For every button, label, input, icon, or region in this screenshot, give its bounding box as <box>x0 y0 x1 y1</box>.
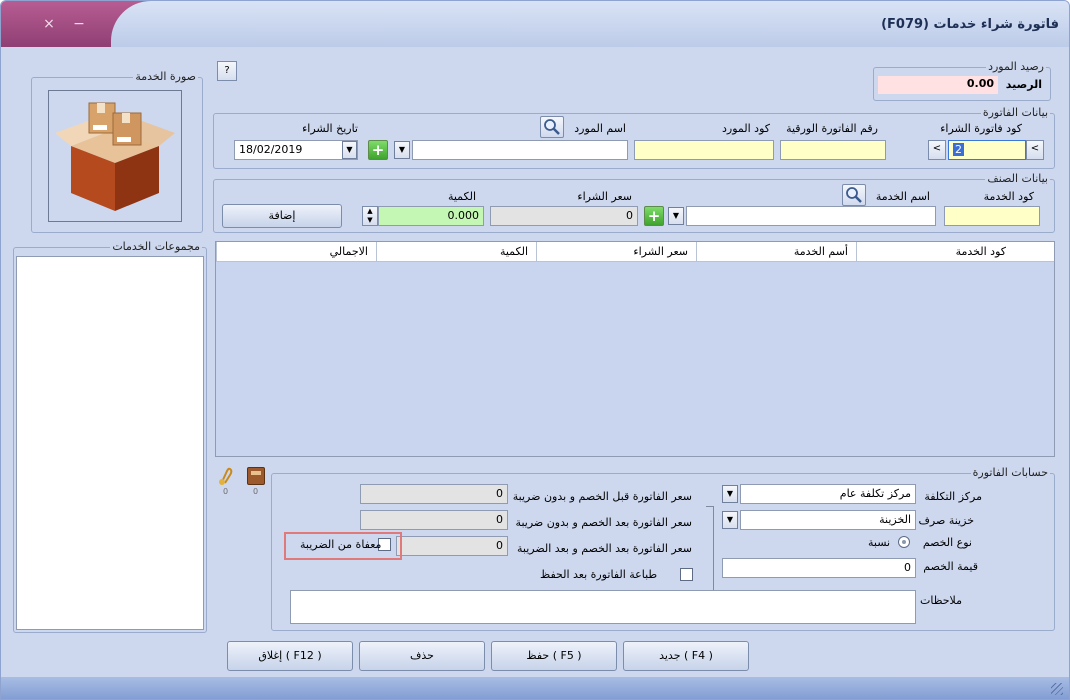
purchase-date-label: تاريخ الشراء <box>302 122 358 135</box>
search-supplier-button[interactable] <box>540 116 564 138</box>
service-code-label: كود الخدمة <box>983 190 1034 203</box>
search-icon <box>544 119 560 135</box>
supplier-dropdown-chevron-down-icon[interactable]: ▼ <box>394 141 410 159</box>
service-name-input[interactable] <box>686 206 936 226</box>
item-data-legend: بيانات الصنف <box>985 172 1050 185</box>
date-picker-chevron-down-icon[interactable]: ▼ <box>342 141 357 159</box>
col-service-name[interactable]: أسم الخدمة <box>696 242 856 262</box>
col-service-code[interactable]: كود الخدمة <box>856 242 1014 262</box>
print-after-save-checkbox[interactable] <box>680 568 693 581</box>
service-name-label: اسم الخدمة <box>875 190 930 203</box>
paper-invoice-label: رقم الفاتورة الورقية <box>786 122 878 135</box>
treasury-label: خزينة صرف <box>918 514 974 527</box>
invoice-accounts-legend: حسابات الفاتورة <box>970 466 1050 479</box>
delete-button[interactable]: حذف <box>359 641 485 671</box>
after-tax-value: 0 <box>396 536 508 556</box>
service-image-legend: صورة الخدمة <box>133 70 198 83</box>
cost-center-chevron-down-icon[interactable]: ▼ <box>722 485 738 503</box>
tax-exempt-label: معفاة من الضريبة <box>300 538 382 551</box>
print-after-save-label: طباعة الفاتورة بعد الحفظ <box>540 568 658 581</box>
col-purchase-price[interactable]: سعر الشراء <box>536 242 696 262</box>
discount-percent-radio[interactable] <box>898 536 910 548</box>
purchase-price-label: سعر الشراء <box>577 190 632 203</box>
add-supplier-plus-icon[interactable]: + <box>368 140 388 160</box>
quantity-stepper[interactable]: ▲ ▼ <box>362 206 378 226</box>
search-icon <box>846 187 862 203</box>
service-dropdown-chevron-down-icon[interactable]: ▼ <box>668 207 684 225</box>
box-count: 0 <box>253 487 259 496</box>
treasury-chevron-down-icon[interactable]: ▼ <box>722 511 738 529</box>
supplier-balance-panel: رصيد المورد الرصيد 0.00 <box>873 60 1051 101</box>
cost-center-label: مركز التكلفة <box>924 490 982 503</box>
discount-type-label: نوع الخصم <box>922 536 972 549</box>
window-title: فاتورة شراء خدمات (F079) <box>881 17 1059 32</box>
quantity-input[interactable]: 0.000 <box>378 206 484 226</box>
discount-value-input[interactable]: 0 <box>722 558 916 578</box>
supplier-name-label: اسم المورد <box>574 122 626 135</box>
service-code-input[interactable] <box>944 206 1040 226</box>
search-service-button[interactable] <box>842 184 866 206</box>
col-quantity[interactable]: الكمية <box>376 242 536 262</box>
item-data-panel: بيانات الصنف كود الخدمة اسم الخدمة ▼ + س… <box>213 172 1055 233</box>
attachment-icon[interactable] <box>217 467 233 487</box>
attachment-count: 0 <box>223 487 229 496</box>
next-invoice-button[interactable]: < <box>1026 140 1044 160</box>
items-grid[interactable]: كود الخدمة أسم الخدمة سعر الشراء الكمية … <box>215 241 1055 457</box>
notes-label: ملاحظات <box>920 594 962 607</box>
resize-grip-icon[interactable] <box>1051 683 1063 695</box>
form-body: ? صورة الخدمة مجموعات الخدمات رصيد المور… <box>1 47 1069 677</box>
service-groups-panel: مجموعات الخدمات <box>13 240 207 633</box>
close-button[interactable]: إغلاق ( F12 ) <box>227 641 353 671</box>
service-groups-legend: مجموعات الخدمات <box>110 240 202 253</box>
after-discount-label: سعر الفاتورة بعد الخصم و بدون ضريبة <box>515 516 692 529</box>
cost-center-select[interactable]: مركز تكلفة عام <box>740 484 916 504</box>
supplier-code-input[interactable] <box>634 140 774 160</box>
before-discount-label: سعر الفاتورة قبل الخصم و بدون ضريبة <box>512 490 692 503</box>
app-window: × − فاتورة شراء خدمات (F079) ? صورة الخد… <box>0 0 1070 700</box>
paper-invoice-input[interactable] <box>780 140 886 160</box>
invoice-data-legend: بيانات الفاتورة <box>980 106 1050 119</box>
minimize-icon[interactable]: − <box>69 15 89 33</box>
close-icon[interactable]: × <box>39 15 59 33</box>
balance-value: 0.00 <box>878 76 998 94</box>
supplier-name-input[interactable] <box>412 140 628 160</box>
help-button[interactable]: ? <box>217 61 237 81</box>
prev-invoice-button[interactable]: < <box>928 140 946 160</box>
add-item-button[interactable]: إضافة <box>222 204 342 228</box>
invoice-code-label: كود فاتورة الشراء <box>940 122 1022 135</box>
status-bar <box>1 677 1069 699</box>
discount-value-label: قيمة الخصم <box>923 560 978 573</box>
after-discount-value: 0 <box>360 510 508 530</box>
before-discount-value: 0 <box>360 484 508 504</box>
service-image-panel: صورة الخدمة <box>31 70 203 233</box>
supplier-code-label: كود المورد <box>722 122 770 135</box>
new-button[interactable]: جديد ( F4 ) <box>623 641 749 671</box>
after-tax-label: سعر الفاتورة بعد الخصم و بعد الضريبة <box>517 542 692 555</box>
invoice-data-panel: بيانات الفاتورة كود فاتورة الشراء < 2 < … <box>213 106 1055 169</box>
quantity-label: الكمية <box>447 190 476 203</box>
save-button[interactable]: حفظ ( F5 ) <box>491 641 617 671</box>
col-total[interactable]: الاجمالي <box>216 242 376 262</box>
service-image-frame[interactable] <box>48 90 182 222</box>
box-archive-icon[interactable] <box>247 467 265 485</box>
notes-textarea[interactable] <box>290 590 916 624</box>
add-service-plus-icon[interactable]: + <box>644 206 664 226</box>
treasury-select[interactable]: الخزينة <box>740 510 916 530</box>
supplier-balance-legend: رصيد المورد <box>986 60 1046 73</box>
invoice-accounts-panel: حسابات الفاتورة مركز التكلفة مركز تكلفة … <box>271 466 1055 631</box>
balance-label: الرصيد <box>1005 78 1042 91</box>
service-groups-list[interactable] <box>16 256 204 630</box>
box-image-icon <box>55 102 175 211</box>
purchase-date-input[interactable]: 18/02/2019 <box>234 140 358 160</box>
items-grid-header: كود الخدمة أسم الخدمة سعر الشراء الكمية … <box>216 242 1054 262</box>
title-bar: × − فاتورة شراء خدمات (F079) <box>1 1 1069 47</box>
purchase-price-input[interactable]: 0 <box>490 206 638 226</box>
invoice-code-input[interactable]: 2 <box>948 140 1026 160</box>
discount-percent-label: نسبة <box>868 536 891 549</box>
